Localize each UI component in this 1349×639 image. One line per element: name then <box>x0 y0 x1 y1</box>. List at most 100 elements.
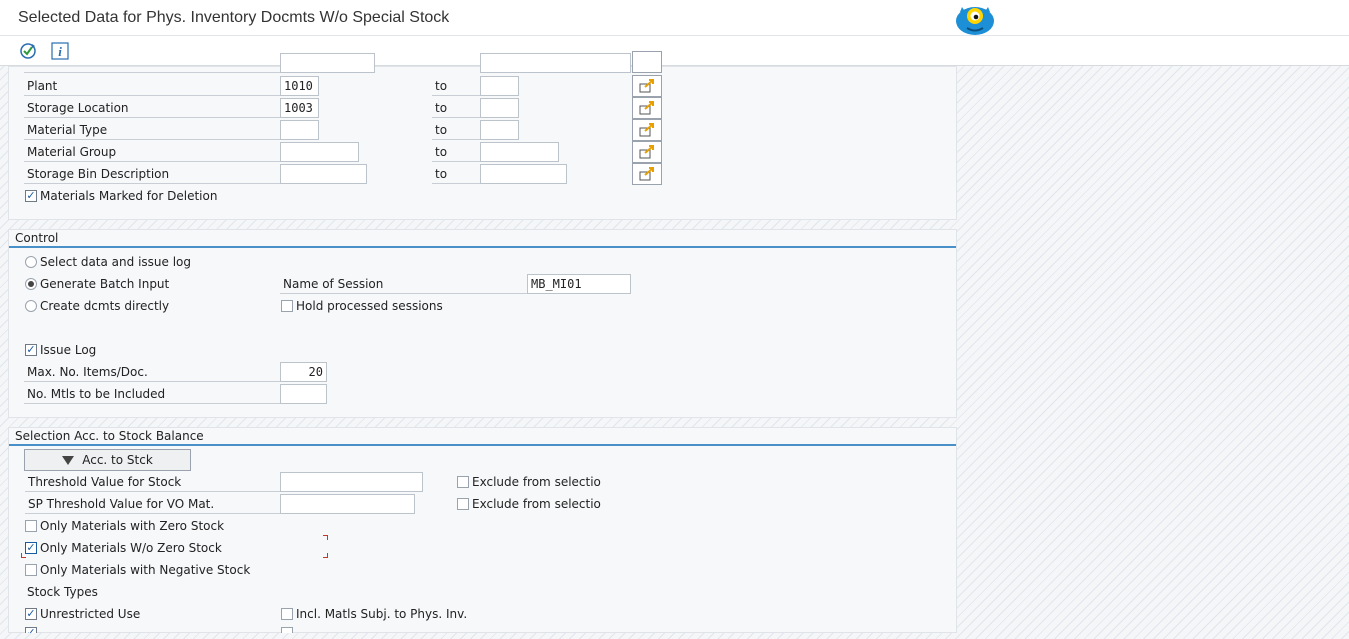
materials-marked-for-deletion-checkbox[interactable]: ✓ Materials Marked for Deletion <box>25 187 217 205</box>
material-type-multiple-selection-button[interactable] <box>632 119 662 141</box>
material-type-high-field[interactable] <box>480 120 519 140</box>
triangle-down-icon <box>62 455 75 465</box>
exclude-from-selection-label-2: Exclude from selectio <box>472 497 601 511</box>
only-materials-wo-zero-stock-label: Only Materials W/o Zero Stock <box>40 541 222 555</box>
checkbox-unchecked-icon <box>457 498 469 510</box>
window-title: Selected Data for Phys. Inventory Docmts… <box>18 9 450 26</box>
material-group-multiple-selection-button[interactable] <box>632 141 662 163</box>
info-icon[interactable]: i <box>50 41 70 61</box>
checkbox-checked-icon: ✓ <box>25 541 37 554</box>
generate-batch-input-label: Generate Batch Input <box>40 277 170 291</box>
only-materials-zero-stock-label: Only Materials with Zero Stock <box>40 519 225 533</box>
create-dcmts-directly-label: Create dcmts directly <box>40 299 170 313</box>
multiple-selection-icon <box>639 123 654 137</box>
radio-unselected-icon <box>25 256 37 268</box>
checkbox-unchecked-icon <box>25 520 37 532</box>
hold-processed-sessions-label: Hold processed sessions <box>296 299 443 313</box>
plant-low-field[interactable]: 1010 <box>280 76 319 96</box>
storage-bin-description-high-field[interactable] <box>480 164 567 184</box>
material-type-low-field[interactable] <box>280 120 319 140</box>
execute-icon[interactable] <box>18 41 38 61</box>
hold-processed-sessions-checkbox[interactable]: Hold processed sessions <box>281 297 443 315</box>
hidden-row-multiple-selection-button[interactable] <box>632 51 662 73</box>
only-materials-negative-stock-checkbox[interactable]: Only Materials with Negative Stock <box>25 561 250 579</box>
checkbox-unchecked-icon <box>281 608 293 620</box>
checkbox-checked-icon: ✓ <box>25 627 37 633</box>
storage-location-multiple-selection-button[interactable] <box>632 97 662 119</box>
exclude-from-selection-checkbox-1[interactable]: Exclude from selectio <box>457 473 601 491</box>
acc-to-stck-label: Acc. to Stck <box>82 453 153 467</box>
storage-bin-description-to-label: to <box>432 164 480 184</box>
sp-threshold-value-label: SP Threshold Value for VO Mat. <box>25 494 281 514</box>
storage-location-label: Storage Location <box>24 98 281 118</box>
storage-location-low-field[interactable]: 1003 <box>280 98 319 118</box>
sp-threshold-value-field[interactable] <box>280 494 415 514</box>
multiple-selection-icon <box>639 167 654 181</box>
only-materials-zero-stock-checkbox[interactable]: Only Materials with Zero Stock <box>25 517 224 535</box>
checkbox-unchecked-icon <box>281 627 293 633</box>
incl-matls-subj-phys-inv-label: Incl. Matls Subj. to Phys. Inv. <box>296 607 468 621</box>
only-materials-negative-stock-label: Only Materials with Negative Stock <box>40 563 251 577</box>
exclude-from-selection-checkbox-2[interactable]: Exclude from selectio <box>457 495 601 513</box>
incl-batch-checkbox-partial[interactable] <box>281 627 296 633</box>
hidden-row-label <box>24 67 281 73</box>
no-mtls-to-be-included-field[interactable] <box>280 384 327 404</box>
control-group-title: Control <box>9 230 956 248</box>
issue-log-label: Issue Log <box>40 343 97 357</box>
checkbox-unchecked-icon <box>281 300 293 312</box>
material-group-high-field[interactable] <box>480 142 559 162</box>
storage-location-high-field[interactable] <box>480 98 519 118</box>
application-toolbar: i <box>0 36 1349 66</box>
stock-types-label: Stock Types <box>27 585 98 599</box>
unrestricted-use-checkbox[interactable]: ✓ Unrestricted Use <box>25 605 140 623</box>
storage-location-to-label: to <box>432 98 480 118</box>
name-of-session-label: Name of Session <box>280 274 527 294</box>
quality-inspection-checkbox-partial[interactable]: ✓ <box>25 627 40 633</box>
create-dcmts-directly-radio[interactable]: Create dcmts directly <box>25 297 169 315</box>
max-no-items-label: Max. No. Items/Doc. <box>24 362 281 382</box>
material-group-low-field[interactable] <box>280 142 359 162</box>
unrestricted-use-label: Unrestricted Use <box>40 607 141 621</box>
incl-matls-subj-phys-inv-checkbox[interactable]: Incl. Matls Subj. to Phys. Inv. <box>281 605 467 623</box>
checkbox-unchecked-icon <box>457 476 469 488</box>
plant-high-field[interactable] <box>480 76 519 96</box>
max-no-items-field[interactable]: 20 <box>280 362 327 382</box>
generate-batch-input-radio[interactable]: Generate Batch Input <box>25 275 169 293</box>
focus-frame-corner-tr <box>323 535 328 540</box>
material-type-to-label: to <box>432 120 480 140</box>
multiple-selection-icon <box>639 101 654 115</box>
multiple-selection-icon <box>639 79 654 93</box>
focus-frame-corner-br <box>323 553 328 558</box>
acc-to-stck-button[interactable]: Acc. to Stck <box>24 449 191 471</box>
no-mtls-to-be-included-label: No. Mtls to be Included <box>24 384 281 404</box>
title-bar: Selected Data for Phys. Inventory Docmts… <box>0 0 1349 36</box>
material-group-to-label: to <box>432 142 480 162</box>
issue-log-checkbox[interactable]: ✓ Issue Log <box>25 341 96 359</box>
checkbox-unchecked-icon <box>25 564 37 576</box>
stock-balance-panel: Selection Acc. to Stock Balance Acc. to … <box>8 427 957 633</box>
plant-label: Plant <box>24 76 281 96</box>
assistant-mascot-icon[interactable] <box>953 3 997 37</box>
checkbox-checked-icon: ✓ <box>25 607 37 620</box>
plant-to-label: to <box>432 76 480 96</box>
storage-bin-description-multiple-selection-button[interactable] <box>632 163 662 185</box>
radio-unselected-icon <box>25 300 37 312</box>
materials-marked-for-deletion-label: Materials Marked for Deletion <box>40 189 218 203</box>
stock-balance-group-title: Selection Acc. to Stock Balance <box>9 428 956 446</box>
hidden-row-low-field[interactable] <box>280 53 375 73</box>
checkbox-checked-icon: ✓ <box>25 343 37 356</box>
storage-bin-description-label: Storage Bin Description <box>24 164 281 184</box>
hidden-row-high-field[interactable] <box>480 53 631 73</box>
material-type-label: Material Type <box>24 120 281 140</box>
threshold-value-for-stock-field[interactable] <box>280 472 423 492</box>
name-of-session-field[interactable]: MB_MI01 <box>527 274 631 294</box>
storage-bin-description-low-field[interactable] <box>280 164 367 184</box>
checkbox-checked-icon: ✓ <box>25 189 37 202</box>
plant-multiple-selection-button[interactable] <box>632 75 662 97</box>
only-materials-wo-zero-stock-checkbox[interactable]: ✓ Only Materials W/o Zero Stock <box>25 539 222 557</box>
multiple-selection-icon <box>639 145 654 159</box>
material-group-label: Material Group <box>24 142 281 162</box>
select-data-and-issue-log-label: Select data and issue log <box>40 255 192 269</box>
threshold-value-for-stock-label: Threshold Value for Stock <box>25 472 281 492</box>
select-data-and-issue-log-radio[interactable]: Select data and issue log <box>25 253 191 271</box>
